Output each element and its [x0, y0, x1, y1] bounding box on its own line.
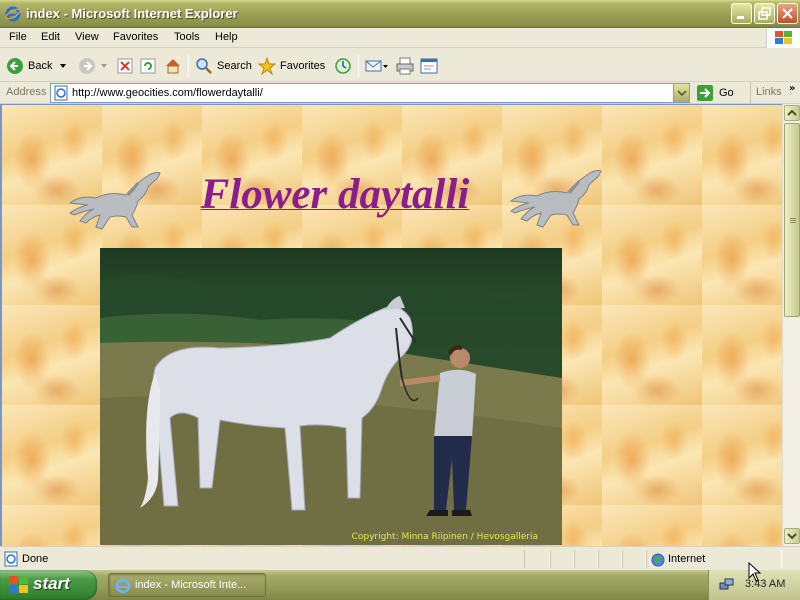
address-url: http://www.geocities.com/flowerdaytalli/ [72, 87, 263, 99]
home-icon [166, 59, 180, 74]
address-input[interactable]: http://www.geocities.com/flowerdaytalli/ [50, 83, 690, 103]
restore-icon [758, 7, 771, 20]
mouse-cursor-icon [748, 562, 762, 582]
security-zone: Internet [668, 553, 706, 565]
scroll-down-button[interactable] [784, 528, 800, 544]
photo-caption: Copyright: Minna Riipinen / Hevosgalleri… [351, 532, 538, 542]
forward-dropdown[interactable] [100, 54, 112, 78]
close-button[interactable] [777, 3, 798, 24]
forward-arrow-icon [79, 58, 95, 74]
mail-button[interactable] [365, 54, 393, 78]
vertical-scrollbar[interactable] [782, 104, 800, 546]
refresh-icon [140, 58, 156, 74]
running-horse-icon [68, 172, 161, 230]
menu-favorites[interactable]: Favorites [113, 31, 158, 43]
back-arrow-icon [7, 58, 23, 74]
horse-photo: Copyright: Minna Riipinen / Hevosgalleri… [100, 248, 562, 545]
star-icon [258, 57, 276, 75]
chevron-down-icon [60, 64, 66, 68]
back-button[interactable]: Back [6, 54, 52, 78]
minimize-icon [737, 16, 744, 19]
standard-toolbar: Back Search Favorites [0, 49, 800, 82]
windows-flag-icon [9, 576, 28, 593]
history-icon [335, 58, 351, 74]
menu-file[interactable]: File [9, 31, 27, 43]
chevron-up-icon [787, 109, 797, 116]
menu-view[interactable]: View [75, 31, 99, 43]
page-icon [54, 85, 68, 101]
links-toolbar[interactable]: Links » [750, 82, 800, 104]
refresh-button[interactable] [140, 54, 160, 78]
address-label: Address [6, 86, 47, 98]
favorites-button[interactable]: Favorites [258, 54, 325, 78]
menu-bar: File Edit View Favorites Tools Help [0, 28, 800, 48]
back-dropdown[interactable] [59, 54, 71, 78]
running-horse-icon [509, 170, 602, 228]
home-button[interactable] [164, 54, 186, 78]
menu-tools[interactable]: Tools [174, 31, 200, 43]
menu-help[interactable]: Help [215, 31, 238, 43]
address-dropdown[interactable] [673, 84, 689, 102]
ie-icon [5, 6, 21, 22]
page-title[interactable]: Flower daytalli [185, 170, 485, 219]
stop-button[interactable] [117, 54, 137, 78]
chevron-down-icon [101, 64, 107, 68]
stop-icon [117, 58, 133, 74]
close-icon [782, 8, 793, 19]
taskbar-item-ie[interactable]: index - Microsoft Inte... [108, 573, 266, 597]
forward-button[interactable] [78, 54, 100, 78]
windows-flag-icon [775, 31, 792, 44]
go-button[interactable]: Go [696, 83, 734, 103]
globe-icon [651, 553, 665, 567]
chevron-down-icon [787, 533, 797, 540]
search-icon [196, 58, 212, 74]
title-bar: index - Microsoft Internet Explorer [0, 0, 800, 28]
print-button[interactable] [396, 54, 418, 78]
page-viewport: Flower daytalli Copyright: Minna Riipine… [0, 104, 782, 546]
edit-button[interactable] [420, 54, 442, 78]
ie-icon [115, 578, 131, 594]
menu-edit[interactable]: Edit [41, 31, 60, 43]
scroll-up-button[interactable] [784, 105, 800, 121]
go-arrow-icon [697, 85, 713, 101]
taskbar: start index - Microsoft Inte... 3:43 AM [0, 570, 800, 600]
maximize-button[interactable] [754, 3, 775, 24]
mail-icon [365, 60, 388, 72]
printer-icon [396, 57, 414, 75]
chevron-right-icon: » [789, 83, 796, 94]
windows-logo [766, 28, 800, 48]
window-title: index - Microsoft Internet Explorer [26, 6, 238, 21]
status-text: Done [22, 553, 49, 565]
status-bar: Done Internet [0, 546, 800, 570]
edit-page-icon [420, 58, 438, 74]
minimize-button[interactable] [731, 3, 752, 24]
search-button[interactable]: Search [195, 54, 252, 78]
scroll-thumb[interactable] [784, 123, 800, 317]
network-icon[interactable] [719, 577, 735, 593]
start-button[interactable]: start [0, 570, 97, 600]
chevron-down-icon [677, 90, 687, 97]
address-bar: Address http://www.geocities.com/flowerd… [0, 82, 800, 104]
page-done-icon [4, 551, 18, 567]
history-button[interactable] [334, 54, 356, 78]
